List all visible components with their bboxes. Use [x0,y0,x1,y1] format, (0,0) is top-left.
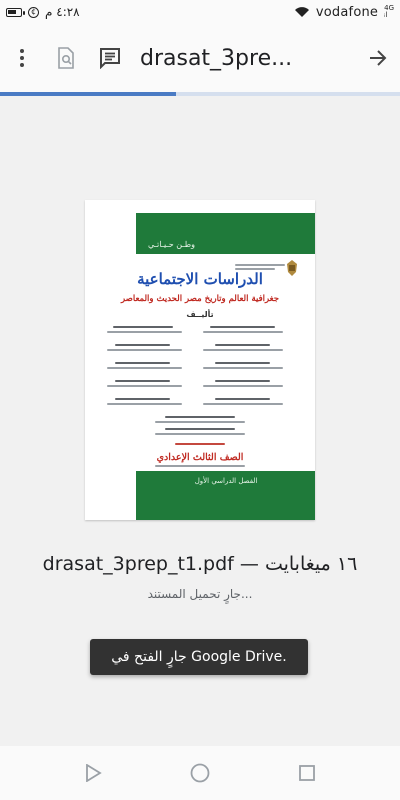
author-line [115,380,170,382]
author-line [115,362,170,364]
toast-message: جارٍ الفتح في Google Drive. [90,639,308,675]
supervisor-line [165,416,235,418]
document-title: drasat_3pre... [140,45,293,71]
nav-home-icon [190,763,210,783]
cover-title: الدراسات الاجتماعية [137,270,263,288]
status-right: vodafone 4G ᵢl [294,5,394,20]
wifi-icon [294,7,309,17]
author-line [203,403,283,405]
author-line [210,326,275,328]
author-line [203,349,283,351]
nav-back-button[interactable] [73,753,113,793]
data-saver-icon: ¢ [28,6,39,18]
author-line [215,344,270,346]
carrier-name: vodafone [315,4,379,20]
cover-text-line [155,465,245,467]
author-line [113,326,173,328]
comment-button[interactable] [88,36,132,80]
nav-home-button[interactable] [180,753,220,793]
author-line [107,349,182,351]
nav-recents-button[interactable] [287,753,327,793]
nav-recents-icon [298,765,315,781]
loading-progress-fill [0,92,176,96]
status-bar: ¢ ٤:٢٨ م vodafone 4G ᵢl [0,0,400,24]
more-vert-icon [20,49,24,67]
find-in-page-icon [58,47,74,69]
author-line [115,344,170,346]
battery-icon [6,7,25,17]
author-line [107,403,182,405]
year-line [175,443,225,445]
supervisor-line [155,433,245,435]
status-left: ¢ ٤:٢٨ م [6,5,80,19]
network-type: 4G ᵢl [384,4,394,19]
file-name-size: drasat_3prep_t1.pdf — ١٦ ميغابايت [42,553,358,575]
author-line [215,362,270,364]
cover-authors-label: تأليــف [186,310,214,319]
author-line [203,385,283,387]
author-line [107,385,182,387]
author-line [215,398,270,400]
author-line [107,331,182,333]
more-options-button[interactable] [0,36,44,80]
document-preview[interactable]: وطـن حـيـاتـي الدراسات الاجتماعية جغرافي… [85,200,315,520]
clock: ٤:٢٨ م [45,5,80,19]
system-navigation-bar [0,746,400,800]
supervisor-line [155,421,245,423]
author-line [203,367,283,369]
cover-top-band: وطـن حـيـاتـي [136,213,315,254]
cover-bottom-band: الفصل الدراسي الأول [136,471,315,520]
open-button[interactable] [356,36,400,80]
comment-icon [100,48,120,69]
author-line [115,398,170,400]
find-in-page-button[interactable] [44,36,88,80]
loading-progress-bar [0,92,400,96]
nav-back-icon [86,764,103,782]
author-line [203,331,283,333]
loading-status: جارٍ تحميل المستند... [147,587,253,601]
author-line [107,367,182,369]
cover-text-line [235,264,285,266]
app-toolbar: drasat_3pre... [0,24,400,92]
author-line [215,380,270,382]
cover-grade: الصف الثالث الإعدادي [156,452,244,463]
arrow-forward-icon [370,50,387,66]
cover-subtitle: جغرافية العالم وتاريخ مصر الحديث والمعاص… [120,294,280,304]
supervisor-line [165,428,235,430]
